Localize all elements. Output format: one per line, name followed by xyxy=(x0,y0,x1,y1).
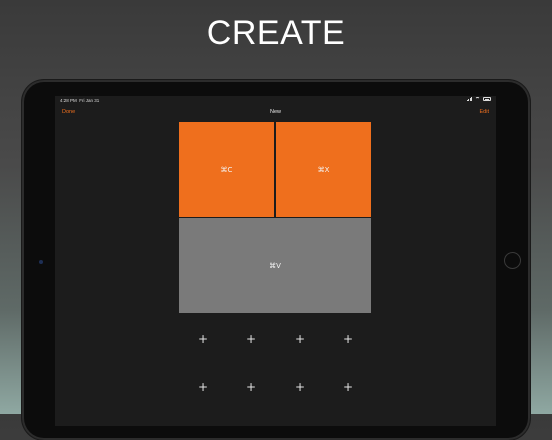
cut-tile-label: ⌘X xyxy=(317,165,330,174)
headline: CREATE xyxy=(206,14,346,52)
status-bar: 4:28 PM Fri Jan 31 xyxy=(55,96,496,104)
cut-tile[interactable]: ⌘X xyxy=(276,122,371,217)
status-time-value: 4:28 PM xyxy=(60,98,77,103)
paste-tile-label: ⌘V xyxy=(269,261,281,270)
add-slot-button[interactable]: + xyxy=(341,380,355,394)
edit-button[interactable]: Edit xyxy=(480,109,489,115)
battery-icon xyxy=(483,97,491,101)
home-button xyxy=(504,252,521,269)
copy-tile-label: ⌘C xyxy=(220,165,233,174)
status-time: 4:28 PM Fri Jan 31 xyxy=(60,98,99,103)
status-icons xyxy=(467,97,491,101)
status-date-value: Fri Jan 31 xyxy=(79,98,100,103)
wifi-icon xyxy=(475,97,480,101)
app-screen: 4:28 PM Fri Jan 31 Done New Edit ⌘C ⌘X ⌘… xyxy=(55,96,496,426)
add-slot-button[interactable]: + xyxy=(196,380,210,394)
add-slot-button[interactable]: + xyxy=(196,332,210,346)
add-slot-button[interactable]: + xyxy=(293,380,307,394)
add-slot-button[interactable]: + xyxy=(293,332,307,346)
add-slot-button[interactable]: + xyxy=(341,332,355,346)
navigation-bar: Done New Edit xyxy=(55,104,496,122)
add-slot-button[interactable]: + xyxy=(244,380,258,394)
add-slot-button[interactable]: + xyxy=(244,332,258,346)
copy-tile[interactable]: ⌘C xyxy=(179,122,274,217)
camera-icon xyxy=(39,260,43,264)
ipad-frame: 4:28 PM Fri Jan 31 Done New Edit ⌘C ⌘X ⌘… xyxy=(22,80,530,440)
page-title: New xyxy=(269,109,281,115)
paste-tile[interactable]: ⌘V xyxy=(179,218,371,313)
signal-icon xyxy=(467,97,472,101)
